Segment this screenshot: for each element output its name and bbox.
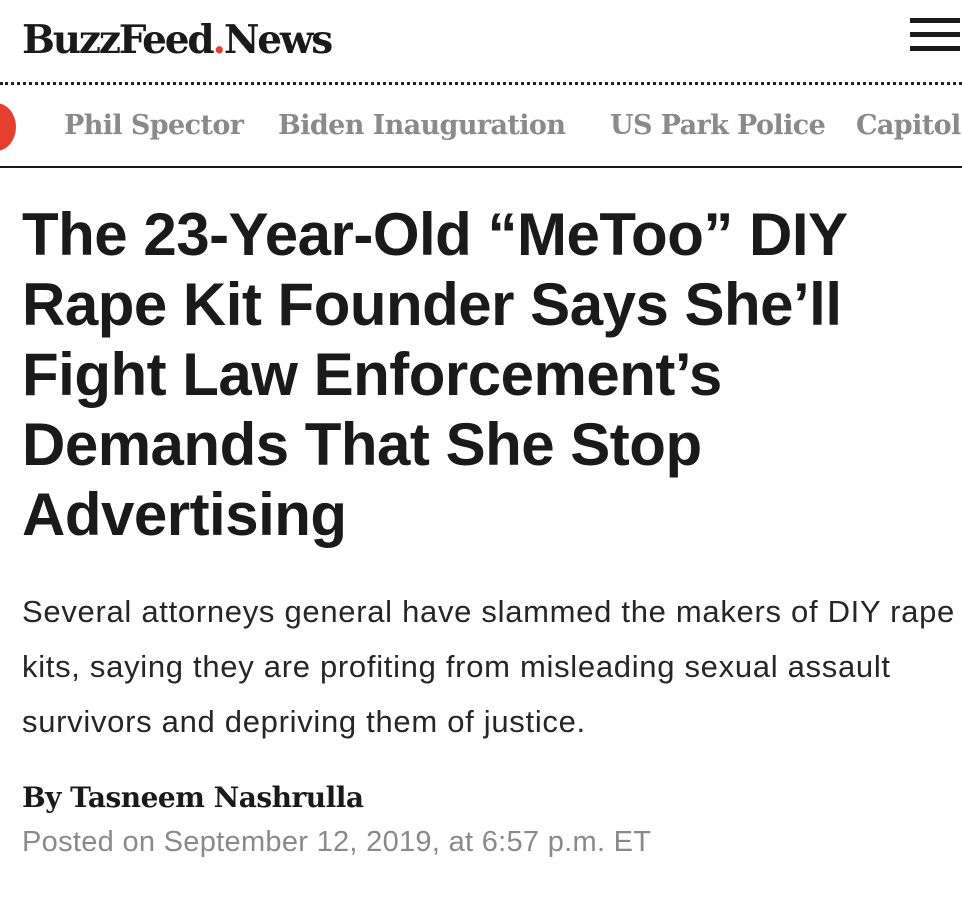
logo-dot: . — [212, 17, 226, 63]
article-dek: Several attorneys general have slammed t… — [22, 594, 955, 739]
site-header: BuzzFeed.News — [0, 0, 962, 84]
menu-bar-top — [910, 18, 960, 23]
author-byline[interactable]: By Tasneem Nashrulla — [22, 778, 364, 818]
trending-topics-bar: Phil Spector Biden Inauguration US Park … — [0, 88, 962, 166]
topic-biden-inauguration[interactable]: Biden Inauguration — [278, 108, 566, 144]
logo-main-text: BuzzFeed — [22, 17, 215, 63]
menu-bar-bottom — [910, 46, 960, 51]
topic-phil-spector[interactable]: Phil Spector — [64, 108, 244, 144]
article-headline: The 23-Year-Old “MeToo” DIY Rape Kit Fou… — [22, 201, 847, 548]
menu-bar-middle — [910, 32, 960, 37]
hamburger-menu-icon[interactable] — [910, 18, 960, 52]
header-divider — [0, 82, 962, 85]
topics-divider — [0, 166, 962, 168]
trending-badge-icon[interactable] — [0, 103, 16, 151]
topic-us-park-police[interactable]: US Park Police — [610, 108, 826, 144]
post-timestamp: Posted on September 12, 2019, at 6:57 p.… — [22, 826, 652, 858]
topic-capitol[interactable]: Capitol — [856, 108, 961, 144]
buzzfeed-news-logo[interactable]: BuzzFeed.News — [22, 16, 333, 64]
logo-sub-text: News — [223, 17, 333, 63]
